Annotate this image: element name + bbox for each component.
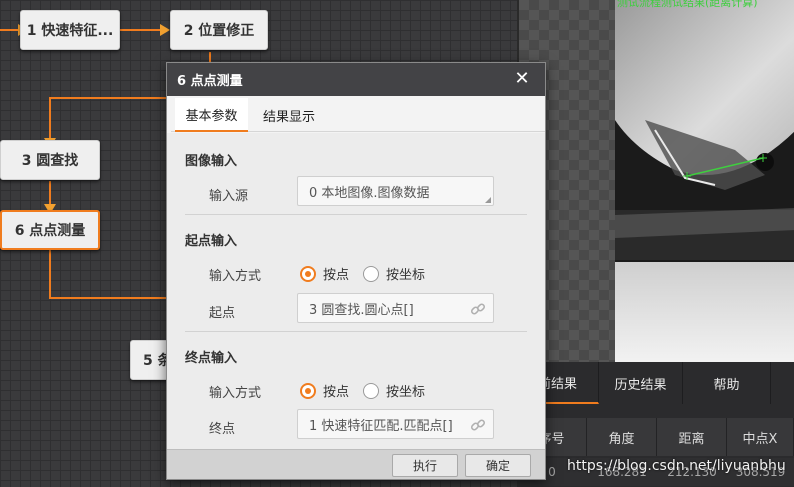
dropdown-corner-icon xyxy=(485,197,491,203)
section-divider xyxy=(185,214,527,215)
radio-label: 按点 xyxy=(323,268,350,283)
image-overlay-text: 测试流程测试结果(距离计算) xyxy=(617,0,758,9)
radio-label: 按坐标 xyxy=(386,385,426,400)
tab-label: 基本参数 xyxy=(185,108,238,124)
start-point-value: 3 圆查找.圆心点[] xyxy=(309,302,414,318)
field-label-start-mode: 输入方式 xyxy=(209,269,262,284)
point-measure-dialog: 6 点点测量 ✕ 基本参数 结果显示 图像输入 输入源 0 本地图像.图像数据 … xyxy=(166,62,546,480)
radio-end-by-point[interactable] xyxy=(300,382,316,399)
input-source-select[interactable]: 0 本地图像.图像数据 xyxy=(297,176,494,206)
section-end-input: 终点输入 xyxy=(185,351,238,366)
column-header: 中点X xyxy=(727,418,794,456)
arrow-head xyxy=(160,24,170,36)
results-table-header: 序号 角度 距离 中点X xyxy=(517,418,794,456)
section-start-input: 起点输入 xyxy=(185,234,238,249)
dialog-title-bar[interactable]: 6 点点测量 ✕ xyxy=(167,63,545,96)
radio-label: 按坐标 xyxy=(386,268,426,283)
end-point-field[interactable]: 1 快速特征匹配.匹配点[] xyxy=(297,409,494,439)
flow-node-label: 2 位置修正 xyxy=(183,23,255,39)
execute-button[interactable]: 执行 xyxy=(392,454,458,477)
radio-label: 按点 xyxy=(323,385,350,400)
tab-result-display[interactable]: 结果显示 xyxy=(251,98,327,132)
link-icon[interactable] xyxy=(470,417,486,433)
tab-basic-params[interactable]: 基本参数 xyxy=(175,98,248,132)
radio-start-by-coord[interactable] xyxy=(363,265,380,282)
image-view[interactable]: 测试流程测试结果(距离计算) xyxy=(517,0,794,362)
results-tabs: 前结果 历史结果 帮助 xyxy=(517,362,794,404)
column-header: 角度 xyxy=(587,418,657,456)
column-header: 距离 xyxy=(657,418,727,456)
flow-node-position-correction[interactable]: 2 位置修正 xyxy=(170,10,268,50)
dialog-footer: 执行 确定 xyxy=(167,449,545,479)
dialog-title: 6 点点测量 xyxy=(177,74,243,89)
flow-node-label: 1 快速特征... xyxy=(26,23,114,39)
flow-node-partial[interactable]: 5 条 xyxy=(130,340,170,380)
tab-help[interactable]: 帮助 xyxy=(683,362,771,404)
tab-label: 历史结果 xyxy=(614,377,667,393)
camera-image-graphic xyxy=(615,0,794,362)
link-icon[interactable] xyxy=(470,301,486,317)
connector-6-out xyxy=(49,250,168,299)
flow-node-fast-feature[interactable]: 1 快速特征... xyxy=(20,10,120,50)
field-label-end-point: 终点 xyxy=(209,422,236,437)
end-mode-radio-group: 按点 按坐标 xyxy=(300,381,439,400)
flow-node-label: 6 点点测量 xyxy=(14,223,86,239)
confirm-button[interactable]: 确定 xyxy=(465,454,531,477)
start-point-field[interactable]: 3 圆查找.圆心点[] xyxy=(297,293,494,323)
radio-end-by-coord[interactable] xyxy=(363,382,380,399)
field-label-source: 输入源 xyxy=(209,189,249,204)
tab-history-result[interactable]: 历史结果 xyxy=(599,362,683,404)
radio-start-by-point[interactable] xyxy=(300,265,316,282)
input-source-value: 0 本地图像.图像数据 xyxy=(309,185,430,201)
close-icon[interactable]: ✕ xyxy=(513,69,531,89)
end-point-value: 1 快速特征匹配.匹配点[] xyxy=(309,418,453,434)
watermark: https://blog.csdn.net/liyuanbhu xyxy=(567,458,786,474)
field-label-end-mode: 输入方式 xyxy=(209,386,262,401)
dialog-tabs: 基本参数 结果显示 xyxy=(171,98,545,132)
tab-label: 帮助 xyxy=(713,377,740,393)
field-label-start-point: 起点 xyxy=(209,306,236,321)
tab-label: 结果显示 xyxy=(262,109,315,125)
flow-node-circle-find[interactable]: 3 圆查找 xyxy=(0,140,100,180)
dialog-body: 图像输入 输入源 0 本地图像.图像数据 起点输入 输入方式 按点 按坐标 起点… xyxy=(167,133,545,449)
flow-node-label: 3 圆查找 xyxy=(21,153,79,169)
flow-node-point-measure[interactable]: 6 点点测量 xyxy=(0,210,100,250)
section-image-input: 图像输入 xyxy=(185,154,238,169)
camera-image: 测试流程测试结果(距离计算) xyxy=(615,0,794,362)
section-divider xyxy=(185,331,527,332)
start-mode-radio-group: 按点 按坐标 xyxy=(300,264,439,283)
